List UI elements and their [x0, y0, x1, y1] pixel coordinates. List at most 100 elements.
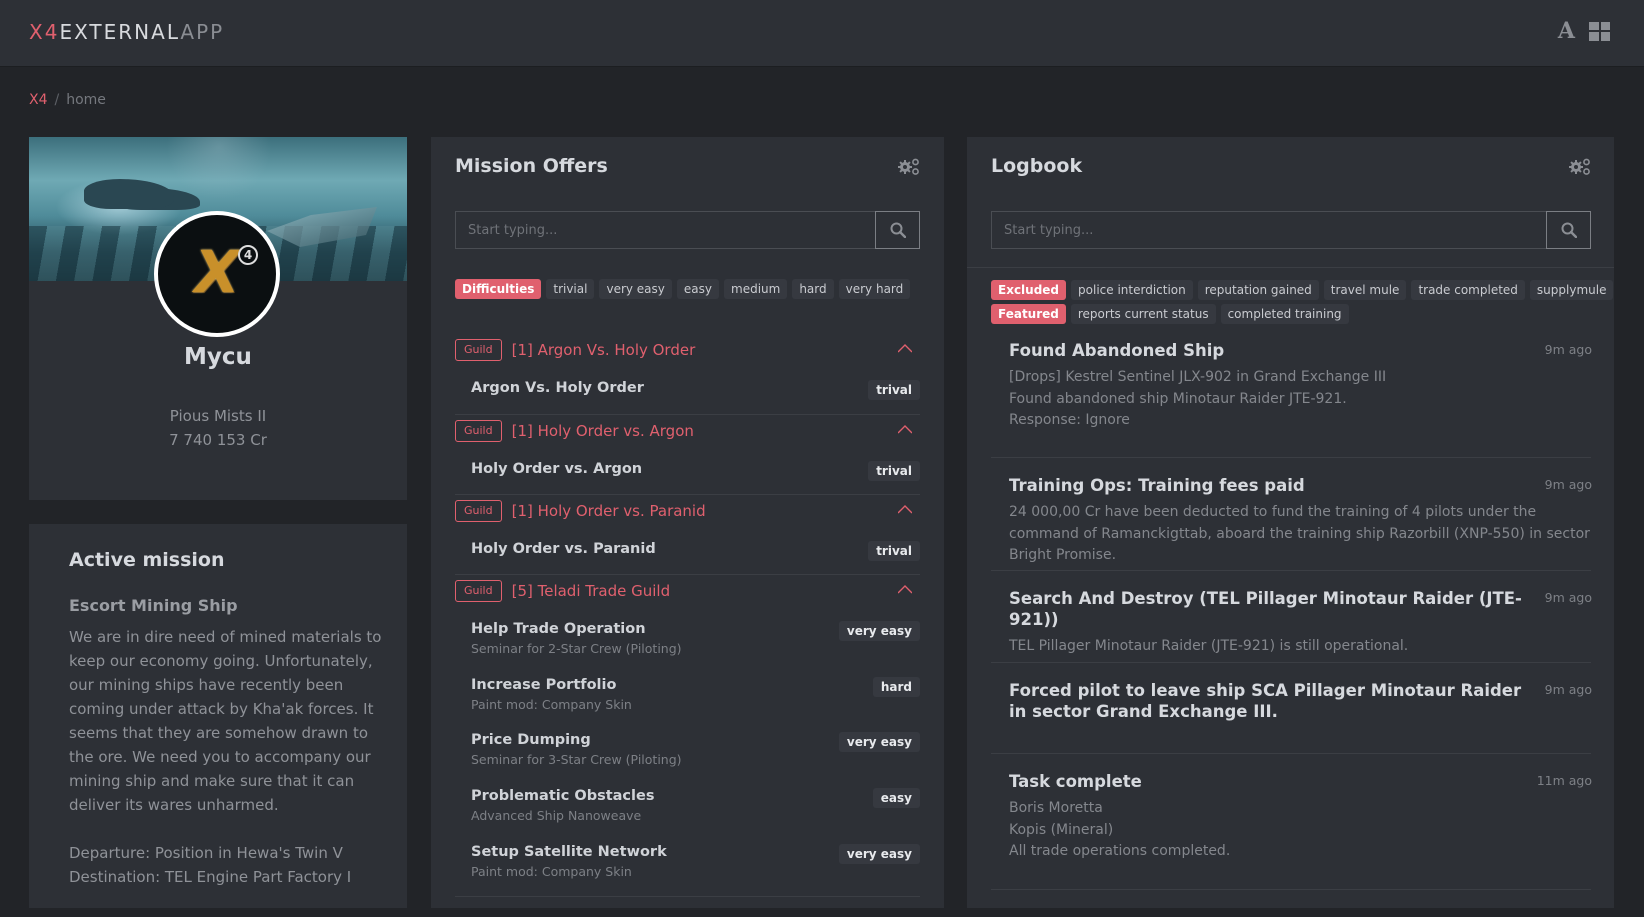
mission-group-name: [5] Teladi Trade Guild [511, 582, 671, 600]
mission-row[interactable]: Holy Order vs. Paranid trival [471, 541, 920, 561]
log-entry-line: TEL Pillager Minotaur Raider (JTE-921) i… [1009, 638, 1409, 654]
mission-group-name: [1] Argon Vs. Holy Order [511, 341, 696, 359]
mission-reward: Seminar for 2-Star Crew (Piloting) [471, 641, 682, 656]
log-entry-line: 24 000,00 Cr have been deducted to fund … [1009, 504, 1590, 563]
log-entry-line: All trade operations completed. [1009, 843, 1231, 859]
breadcrumb-current: home [66, 92, 106, 108]
mission-search-button[interactable] [875, 211, 920, 249]
active-mission-heading: Active mission [69, 549, 225, 571]
divider [455, 494, 920, 495]
log-entry-title: Forced pilot to leave ship SCA Pillager … [1009, 681, 1522, 721]
log-entry-title: Task complete [1009, 772, 1142, 791]
difficulty-badge: easy [872, 788, 920, 808]
featured-tag[interactable]: reports current status [1070, 304, 1216, 324]
mission-group-name: [1] Holy Order vs. Paranid [511, 502, 706, 520]
mission-name: Problematic Obstacles [471, 788, 655, 804]
divider [967, 267, 1614, 268]
active-mission-title: Escort Mining Ship [69, 596, 238, 615]
excluded-tag[interactable]: supplymule [1529, 280, 1614, 300]
breadcrumb-separator: / [54, 92, 60, 108]
filter-easy[interactable]: easy [676, 279, 719, 299]
excluded-filters: Excluded police interdiction reputation ga… [991, 279, 1614, 300]
mission-reward: Advanced Ship Nanoweave [471, 808, 642, 823]
divider [455, 574, 920, 575]
excluded-tag[interactable]: police interdiction [1071, 280, 1193, 300]
difficulty-badge: trival [868, 380, 920, 400]
difficulty-badge: trival [868, 541, 920, 561]
log-entry-line: Found abandoned ship Minotaur Raider JTE… [1009, 390, 1347, 407]
featured-label[interactable]: Featured [991, 304, 1066, 324]
difficulty-badge: hard [872, 677, 920, 697]
divider [455, 896, 920, 897]
mission-group-header[interactable]: Guild [1] Holy Order vs. Paranid [455, 499, 920, 523]
featured-filters: Featured reports current status completed … [991, 303, 1354, 324]
profile-card: X 4 Mycu Pious Mists II 7 740 153 Cr [29, 137, 407, 500]
mission-name: Holy Order vs. Paranid [471, 541, 656, 557]
player-location: Pious Mists II [169, 407, 267, 425]
x4-logo-superscript: 4 [238, 245, 258, 265]
brand-app: APP [180, 20, 225, 44]
mission-row[interactable]: Price Dumping Seminar for 3-Star Crew (P… [471, 732, 920, 767]
chevron-up-icon[interactable] [898, 583, 912, 597]
mission-row[interactable]: Help Trade Operation Seminar for 2-Star … [471, 621, 920, 656]
log-entry: Found Abandoned Ship 9m ago [Drops] Kest… [1009, 340, 1592, 432]
mission-search [455, 211, 920, 249]
log-entry: Forced pilot to leave ship SCA Pillager … [1009, 680, 1592, 722]
mission-offers-panel: Mission Offers Difficultiestrivialvery e… [431, 137, 944, 908]
difficulty-badge: very easy [838, 732, 920, 752]
difficulties-label[interactable]: Difficulties [455, 279, 542, 299]
mission-row[interactable]: Problematic Obstacles Advanced Ship Nano… [471, 788, 920, 823]
excluded-tag[interactable]: trade completed [1411, 280, 1525, 300]
mission-row[interactable]: Holy Order vs. Argon trival [471, 461, 920, 481]
excluded-label[interactable]: Excluded [991, 280, 1067, 300]
excluded-tag[interactable]: travel mule [1323, 280, 1407, 300]
divider [991, 662, 1591, 663]
divider [991, 753, 1591, 754]
mission-group-header[interactable]: Guild [5] Teladi Trade Guild [455, 579, 920, 603]
log-entry-time: 9m ago [1544, 590, 1592, 605]
filter-hard[interactable]: hard [792, 279, 834, 299]
logbook-title: Logbook [991, 155, 1083, 177]
search-icon [890, 222, 906, 238]
filter-very-easy[interactable]: very easy [599, 279, 672, 299]
mission-reward: Paint mod: Company Skin [471, 864, 632, 879]
divider [455, 414, 920, 415]
difficulty-badge: very easy [838, 621, 920, 641]
mission-row[interactable]: Setup Satellite Network Paint mod: Compa… [471, 844, 920, 879]
mission-name: Argon Vs. Holy Order [471, 380, 644, 396]
chevron-up-icon[interactable] [898, 503, 912, 517]
mission-name: Holy Order vs. Argon [471, 461, 643, 477]
guild-badge: Guild [455, 339, 502, 361]
font-icon[interactable]: A [1558, 20, 1575, 42]
mission-group-header[interactable]: Guild [1] Holy Order vs. Argon [455, 419, 920, 443]
avatar: X 4 [154, 211, 280, 337]
mission-search-input[interactable] [455, 211, 875, 249]
settings-gears-icon[interactable] [898, 158, 920, 176]
breadcrumb-root-link[interactable]: X4 [29, 92, 48, 108]
player-name: Mycu [184, 344, 252, 370]
app-logo[interactable]: X4EXTERNALAPP [29, 20, 224, 44]
log-entry-title: Found Abandoned Ship [1009, 341, 1225, 360]
player-credits: 7 740 153 Cr [169, 431, 267, 449]
excluded-tag[interactable]: reputation gained [1197, 280, 1319, 300]
settings-gears-icon[interactable] [1569, 158, 1591, 176]
mission-group-header[interactable]: Guild [1] Argon Vs. Holy Order [455, 338, 920, 362]
mission-row[interactable]: Increase Portfolio Paint mod: Company Sk… [471, 677, 920, 712]
grid-layout-icon[interactable] [1589, 21, 1610, 41]
logbook-search-button[interactable] [1546, 211, 1591, 249]
log-entry-time: 9m ago [1544, 342, 1592, 357]
logbook-search-input[interactable] [991, 211, 1546, 249]
chevron-up-icon[interactable] [898, 423, 912, 437]
log-entry-line: Response: Ignore [1009, 412, 1130, 428]
log-entry-line: Boris Moretta [1009, 800, 1103, 816]
filter-trivial[interactable]: trivial [546, 279, 595, 299]
filter-medium[interactable]: medium [724, 279, 788, 299]
chevron-up-icon[interactable] [898, 342, 912, 356]
guild-badge: Guild [455, 420, 502, 442]
featured-tag[interactable]: completed training [1220, 304, 1349, 324]
filter-very-hard[interactable]: very hard [838, 279, 911, 299]
log-entry: Search And Destroy (TEL Pillager Minotau… [1009, 588, 1592, 658]
log-entry-line: [Drops] Kestrel Sentinel JLX-902 in Gran… [1009, 369, 1387, 385]
mission-row[interactable]: Argon Vs. Holy Order trival [471, 380, 920, 400]
mission-description-text: We are in dire need of mined materials t… [69, 628, 382, 814]
